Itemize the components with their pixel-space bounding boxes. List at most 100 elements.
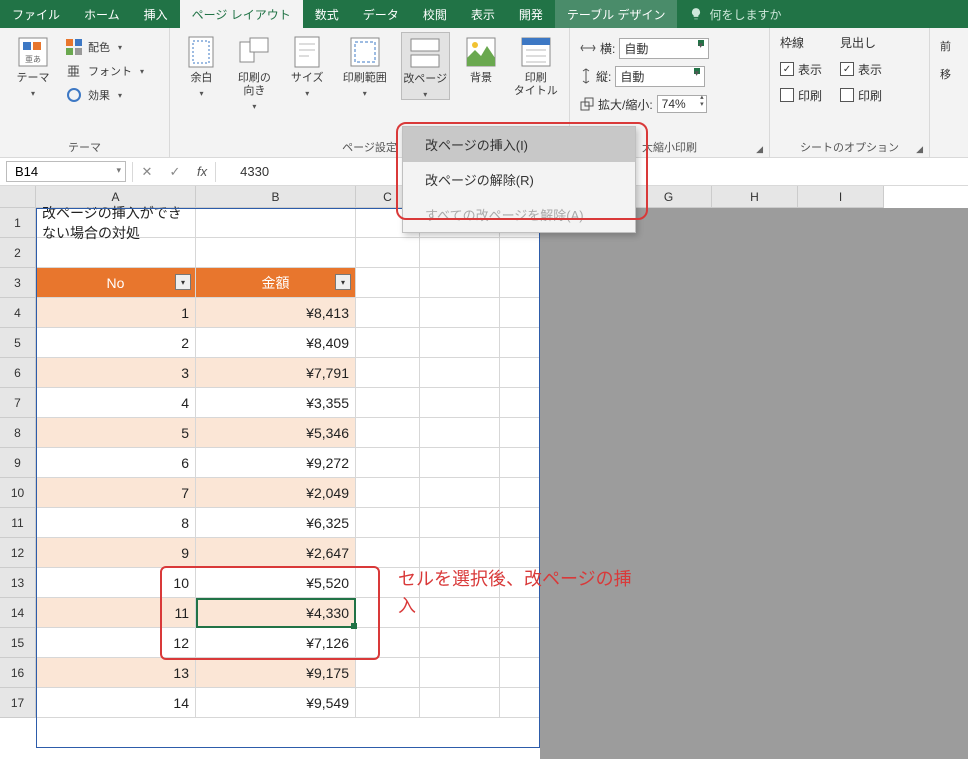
- cell[interactable]: 7: [36, 478, 196, 508]
- effects-button[interactable]: 効果▾: [66, 84, 144, 106]
- cell[interactable]: [356, 418, 420, 448]
- row-header[interactable]: 6: [0, 358, 36, 388]
- cell[interactable]: 3: [36, 358, 196, 388]
- tab-file[interactable]: ファイル: [0, 0, 72, 28]
- scale-value[interactable]: 74%: [657, 95, 707, 113]
- row-header[interactable]: 17: [0, 688, 36, 718]
- tab-view[interactable]: 表示: [459, 0, 507, 28]
- cell[interactable]: 14: [36, 688, 196, 718]
- launcher-icon[interactable]: ◢: [756, 144, 763, 155]
- cell[interactable]: [500, 628, 540, 658]
- cell[interactable]: [356, 538, 420, 568]
- menu-insert-break[interactable]: 改ページの挿入(I): [403, 127, 635, 162]
- row-header[interactable]: 10: [0, 478, 36, 508]
- fonts-button[interactable]: 亜 フォント▾: [66, 60, 144, 82]
- cell[interactable]: 4: [36, 388, 196, 418]
- cell[interactable]: [500, 658, 540, 688]
- tell-me[interactable]: 何をしますか: [677, 0, 793, 28]
- cell[interactable]: [420, 238, 500, 268]
- row-header[interactable]: 13: [0, 568, 36, 598]
- filter-icon[interactable]: ▾: [335, 274, 351, 290]
- col-header-I[interactable]: I: [798, 186, 884, 208]
- cell[interactable]: 改ページの挿入ができない場合の対処: [36, 208, 196, 238]
- cell[interactable]: [500, 298, 540, 328]
- row-header[interactable]: 11: [0, 508, 36, 538]
- col-header-G[interactable]: G: [626, 186, 712, 208]
- enter-icon[interactable]: ✓: [161, 164, 189, 180]
- cell[interactable]: [356, 658, 420, 688]
- row-header[interactable]: 1: [0, 208, 36, 238]
- cell[interactable]: 9: [36, 538, 196, 568]
- cell[interactable]: [420, 688, 500, 718]
- cell[interactable]: ¥7,126: [196, 628, 356, 658]
- cell[interactable]: ¥9,272: [196, 448, 356, 478]
- cell[interactable]: [356, 508, 420, 538]
- cell[interactable]: [356, 358, 420, 388]
- row-header[interactable]: 3: [0, 268, 36, 298]
- cell[interactable]: [500, 538, 540, 568]
- cell[interactable]: ¥9,549: [196, 688, 356, 718]
- worksheet-grid[interactable]: A B C D E F G H I 1 2 3 4 5 6 7 8 9 10 1…: [0, 186, 968, 759]
- row-header[interactable]: 2: [0, 238, 36, 268]
- row-header[interactable]: 12: [0, 538, 36, 568]
- cell[interactable]: ¥5,346: [196, 418, 356, 448]
- cell[interactable]: [356, 478, 420, 508]
- cell[interactable]: 5: [36, 418, 196, 448]
- background-button[interactable]: 背景: [460, 32, 503, 85]
- cancel-icon[interactable]: ✕: [133, 164, 161, 180]
- table-header[interactable]: No▾: [36, 268, 196, 298]
- gridlines-print-check[interactable]: 印刷: [780, 84, 822, 106]
- cell[interactable]: [356, 268, 420, 298]
- tab-tabledesign[interactable]: テーブル デザイン: [555, 0, 678, 28]
- cell[interactable]: [420, 358, 500, 388]
- cell[interactable]: [420, 418, 500, 448]
- cell[interactable]: ¥2,647: [196, 538, 356, 568]
- cell[interactable]: [500, 328, 540, 358]
- cell[interactable]: ¥9,175: [196, 658, 356, 688]
- fx-icon[interactable]: fx: [189, 164, 215, 179]
- gridlines-show-check[interactable]: ✓表示: [780, 58, 822, 80]
- printtitles-button[interactable]: 印刷 タイトル: [512, 32, 559, 98]
- headings-print-check[interactable]: 印刷: [840, 84, 882, 106]
- row-header[interactable]: 4: [0, 298, 36, 328]
- cell[interactable]: [420, 388, 500, 418]
- cell[interactable]: [420, 628, 500, 658]
- row-header[interactable]: 15: [0, 628, 36, 658]
- row-header[interactable]: 5: [0, 328, 36, 358]
- cell[interactable]: 10: [36, 568, 196, 598]
- cell[interactable]: 11: [36, 598, 196, 628]
- cell[interactable]: ¥6,325: [196, 508, 356, 538]
- cell[interactable]: [356, 388, 420, 418]
- cell[interactable]: [356, 688, 420, 718]
- tab-pagelayout[interactable]: ページ レイアウト: [180, 0, 303, 28]
- cell[interactable]: 8: [36, 508, 196, 538]
- headings-show-check[interactable]: ✓表示: [840, 58, 882, 80]
- cell[interactable]: [420, 538, 500, 568]
- row-header[interactable]: 14: [0, 598, 36, 628]
- themes-button[interactable]: 亜あ テーマ ▾: [10, 32, 56, 98]
- width-field[interactable]: 横: 自動: [580, 36, 709, 60]
- cell[interactable]: [356, 238, 420, 268]
- cell[interactable]: [420, 478, 500, 508]
- margins-button[interactable]: 余白▾: [180, 32, 223, 98]
- arrange-move[interactable]: 移: [940, 66, 951, 82]
- cell[interactable]: [420, 328, 500, 358]
- tab-review[interactable]: 校閲: [411, 0, 459, 28]
- cell[interactable]: [196, 238, 356, 268]
- cell[interactable]: 2: [36, 328, 196, 358]
- cell[interactable]: ¥4,330: [196, 598, 356, 628]
- cell[interactable]: [356, 298, 420, 328]
- row-header[interactable]: 7: [0, 388, 36, 418]
- cell[interactable]: ¥8,409: [196, 328, 356, 358]
- height-value[interactable]: 自動: [615, 66, 705, 87]
- cell[interactable]: [36, 238, 196, 268]
- cell[interactable]: [356, 448, 420, 478]
- cell[interactable]: [196, 208, 356, 238]
- name-box[interactable]: B14: [6, 161, 126, 182]
- tab-data[interactable]: データ: [351, 0, 411, 28]
- printarea-button[interactable]: 印刷範囲▾: [339, 32, 391, 98]
- cell[interactable]: 6: [36, 448, 196, 478]
- orientation-button[interactable]: 印刷の 向き▾: [233, 32, 276, 111]
- colors-button[interactable]: 配色▾: [66, 36, 144, 58]
- cell[interactable]: [500, 688, 540, 718]
